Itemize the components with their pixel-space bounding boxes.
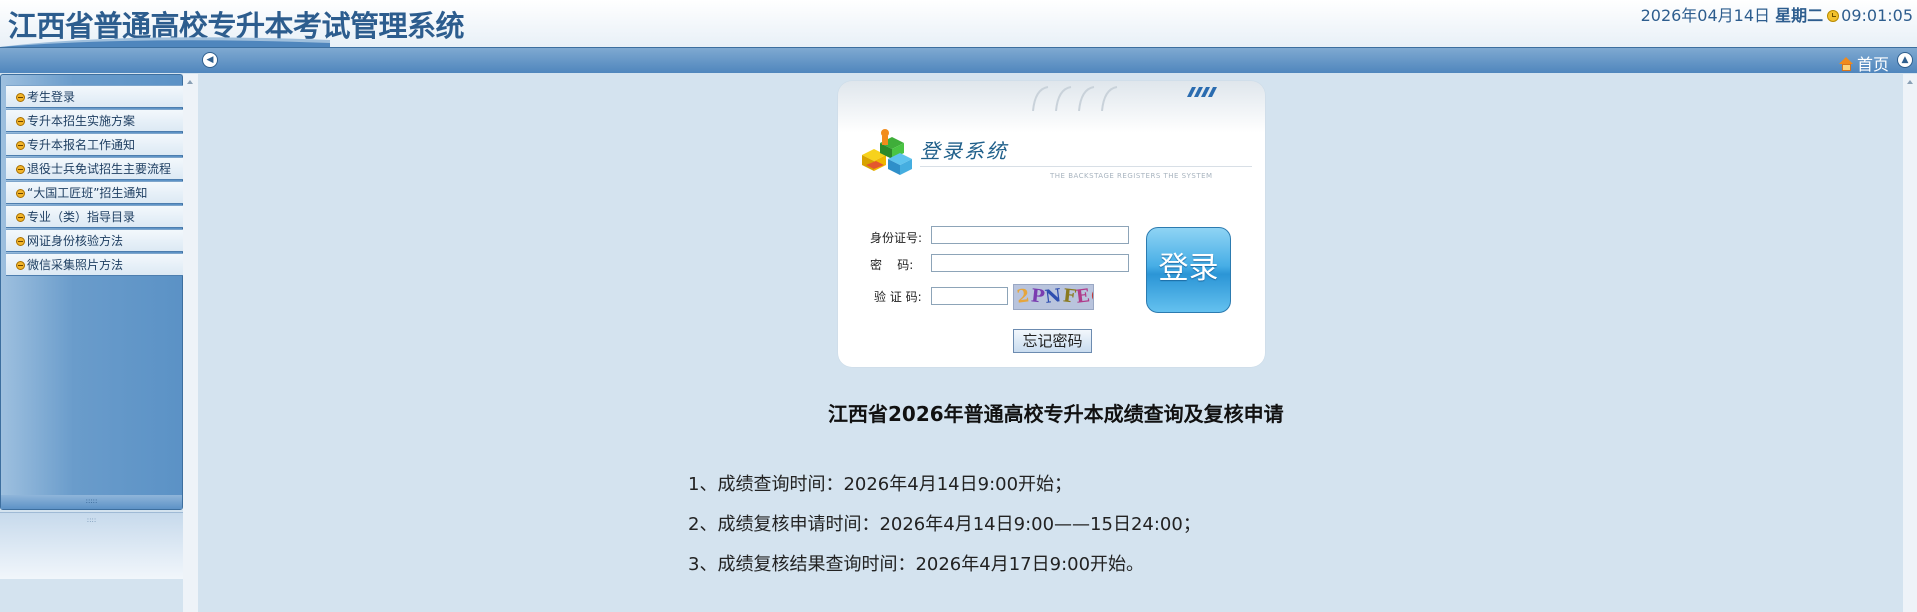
bullet-icon — [16, 141, 25, 150]
password-label: 密 码: — [870, 258, 914, 272]
sidebar-item-label: 专升本招生实施方案 — [27, 114, 136, 128]
bullet-icon — [16, 213, 25, 222]
sidebar-item-exam-login[interactable]: 考生登录 — [6, 85, 184, 108]
clock-icon — [1827, 10, 1840, 22]
login-subtext: THE BACKSTAGE REGISTERS THE SYSTEM — [1050, 172, 1213, 180]
sidebar-scrollbar[interactable] — [183, 74, 198, 612]
sidebar-item-registration-notice[interactable]: 专升本报名工作通知 — [6, 133, 184, 156]
main-scrollbar[interactable] — [1903, 74, 1917, 612]
sidebar-item-label: 微信采集照片方法 — [27, 258, 124, 272]
id-number-input[interactable] — [931, 226, 1129, 244]
login-heading: 登录系统 — [920, 139, 1008, 163]
bullet-icon — [16, 117, 25, 126]
bullet-icon — [16, 189, 25, 198]
bullet-icon — [16, 93, 25, 102]
weekday-text: 星期二 — [1775, 6, 1824, 25]
sidebar-item-id-verification[interactable]: 网证身份核验方法 — [6, 229, 184, 252]
login-button[interactable]: 登录 — [1146, 227, 1231, 313]
nav-bar: ◀ 首页 ▲ — [0, 47, 1917, 75]
heading-divider — [920, 166, 1252, 167]
bullet-icon — [16, 165, 25, 174]
captcha-input[interactable] — [931, 287, 1008, 305]
sidebar-item-label: 专升本报名工作通知 — [27, 138, 136, 152]
home-icon — [1838, 57, 1854, 72]
notice-line: 1、成绩查询时间：2026年4月14日9:00开始； — [688, 474, 1073, 495]
sidebar-item-craftsman-class[interactable]: “大国工匠班”招生通知 — [6, 181, 184, 204]
password-input[interactable] — [931, 254, 1129, 272]
home-label: 首页 — [1856, 55, 1889, 74]
sidebar-item-label: “大国工匠班”招生通知 — [27, 186, 148, 200]
sidebar-item-wechat-photo[interactable]: 微信采集照片方法 — [6, 253, 184, 276]
notice-line: 3、成绩复核结果查询时间：2026年4月17日9:00开始。 — [688, 554, 1145, 575]
header-swoosh-decoration — [0, 37, 330, 47]
time-text: 09:01:05 — [1841, 6, 1913, 25]
captcha-label: 验 证 码: — [874, 290, 922, 304]
header: 江西省普通高校专升本考试管理系统 2026年04月14日 星期二 09:01:05 — [0, 0, 1917, 47]
sidebar-item-label: 考生登录 — [27, 90, 76, 104]
panel-top-decoration — [1032, 86, 1217, 111]
sidebar-menu: 考生登录 专升本招生实施方案 专升本报名工作通知 退役士兵免试招生主要流程 “大… — [6, 85, 184, 277]
sidebar-resize-grip[interactable]: ::::: — [1, 495, 182, 509]
bullet-icon — [16, 237, 25, 246]
sidebar-item-label: 退役士兵免试招生主要流程 — [27, 162, 172, 176]
captcha-image[interactable]: 2PNFEC — [1013, 284, 1094, 310]
date-text: 2026年04月14日 — [1640, 6, 1771, 25]
sidebar-item-label: 网证身份核验方法 — [27, 234, 124, 248]
forgot-password-button[interactable]: 忘记密码 — [1013, 329, 1092, 353]
sidebar: 考生登录 专升本招生实施方案 专升本报名工作通知 退役士兵免试招生主要流程 “大… — [0, 74, 184, 510]
login-panel: 登录系统 THE BACKSTAGE REGISTERS THE SYSTEM … — [838, 81, 1265, 367]
collapse-sidebar-button[interactable]: ◀ — [202, 52, 218, 68]
home-link[interactable]: 首页 — [1838, 51, 1889, 75]
notice-title: 江西省2026年普通高校专升本成绩查询及复核申请 — [828, 402, 1284, 426]
captcha-char: C — [1090, 285, 1094, 308]
id-number-label: 身份证号: — [870, 231, 923, 245]
scroll-up-icon — [1907, 80, 1913, 84]
logo-cubes-icon — [862, 129, 912, 175]
bullet-icon — [16, 261, 25, 270]
sidebar-item-enrollment-plan[interactable]: 专升本招生实施方案 — [6, 109, 184, 132]
scroll-up-icon — [187, 80, 193, 84]
sidebar-item-major-catalog[interactable]: 专业（类）指导目录 — [6, 205, 184, 228]
sidebar-bottom-panel: :::: — [0, 512, 183, 579]
sidebar-item-veteran-process[interactable]: 退役士兵免试招生主要流程 — [6, 157, 184, 180]
datetime: 2026年04月14日 星期二 09:01:05 — [1641, 2, 1913, 26]
collapse-header-button[interactable]: ▲ — [1897, 52, 1913, 68]
sidebar-item-label: 专业（类）指导目录 — [27, 210, 136, 224]
captcha-char: N — [1043, 285, 1064, 308]
notice-line: 2、成绩复核申请时间：2026年4月14日9:00——15日24:00； — [688, 514, 1201, 535]
